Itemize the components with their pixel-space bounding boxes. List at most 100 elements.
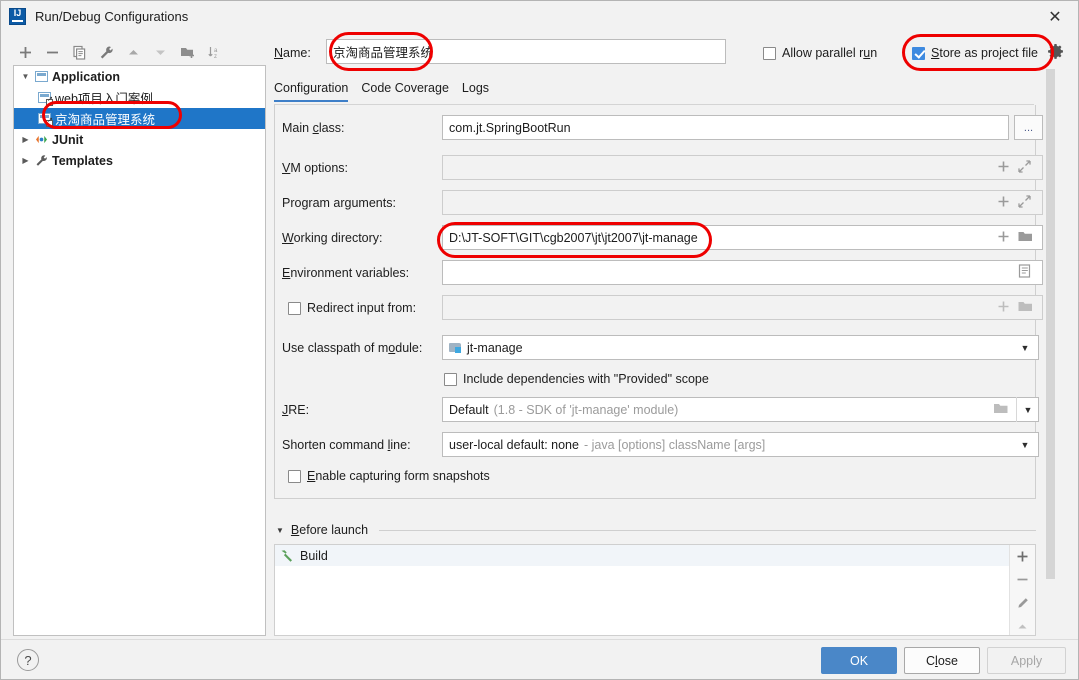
checkbox-box[interactable]: [912, 46, 925, 60]
enable-form-snapshots-checkbox[interactable]: Enable capturing form snapshots: [288, 469, 490, 483]
minus-icon[interactable]: [40, 40, 65, 64]
tab-configuration[interactable]: Configuration: [274, 81, 349, 102]
main-class-browse-button[interactable]: ...: [1014, 115, 1043, 140]
configurations-toolbar: az: [13, 39, 265, 65]
intellij-idea-logo-icon: [9, 8, 26, 25]
expand-icon[interactable]: [1018, 194, 1031, 211]
expand-arrow-icon[interactable]: ▼: [18, 69, 33, 84]
include-provided-scope-checkbox[interactable]: Include dependencies with "Provided" sco…: [444, 372, 709, 386]
shorten-command-line-hint: - java [options] className [args]: [583, 437, 766, 452]
pencil-icon[interactable]: [1013, 595, 1033, 612]
help-icon[interactable]: ?: [17, 649, 39, 671]
redirect-input-from-input[interactable]: [442, 295, 1043, 320]
folder-icon[interactable]: [993, 402, 1009, 418]
tree-node-junit[interactable]: ▶ JUnit: [14, 129, 265, 150]
chevron-down-icon[interactable]: ▼: [276, 526, 284, 535]
plus-icon[interactable]: [1013, 548, 1033, 565]
before-launch-item[interactable]: Build: [275, 545, 1022, 566]
plus-icon[interactable]: [997, 230, 1010, 246]
tree-node-web-demo[interactable]: web项目入门案例: [14, 87, 265, 108]
collapse-arrow-icon[interactable]: ▶: [18, 132, 33, 147]
module-icon: [449, 342, 462, 353]
gear-icon[interactable]: [1047, 44, 1064, 64]
tab-bar: Configuration Code Coverage Logs: [274, 81, 1034, 105]
tab-logs[interactable]: Logs: [462, 81, 489, 100]
wrench-icon[interactable]: [94, 40, 119, 64]
working-directory-input[interactable]: D:\JT-SOFT\GIT\cgb2007\jt\jt2007\jt-mana…: [442, 225, 1043, 250]
sort-az-icon[interactable]: az: [202, 40, 227, 64]
checkbox-box[interactable]: [288, 301, 301, 315]
svg-text:z: z: [214, 54, 217, 60]
folder-icon[interactable]: [1018, 300, 1033, 316]
include-provided-scope-label: Include dependencies with "Provided" sco…: [463, 372, 709, 386]
arrow-up-icon[interactable]: [121, 40, 146, 64]
use-classpath-of-module-label: Use classpath of module:: [282, 341, 423, 355]
checkbox-box[interactable]: [763, 46, 776, 60]
ok-button[interactable]: OK: [821, 647, 897, 674]
folder-add-icon[interactable]: [175, 40, 200, 64]
before-launch-title: Before launch: [290, 523, 369, 537]
list-icon[interactable]: [1018, 264, 1031, 281]
expand-icon[interactable]: [1018, 159, 1031, 176]
allow-parallel-run-checkbox[interactable]: Allow parallel run: [763, 46, 877, 60]
name-input[interactable]: 京淘商品管理系统: [326, 39, 726, 64]
chevron-down-icon[interactable]: ▼: [1014, 432, 1036, 457]
checkbox-box[interactable]: [444, 372, 457, 386]
before-launch-item-label: Build: [300, 548, 328, 563]
allow-parallel-run-label: Allow parallel run: [782, 46, 878, 60]
content-scrollbar-thumb[interactable]: [1046, 69, 1055, 579]
store-as-project-file-checkbox[interactable]: Store as project file: [912, 46, 1038, 60]
footer-divider: [1, 639, 1078, 640]
before-launch-panel[interactable]: Build: [274, 544, 1036, 636]
copy-icon[interactable]: [67, 40, 92, 64]
dialog-title: Run/Debug Configurations: [35, 9, 189, 24]
main-class-input[interactable]: com.jt.SpringBootRun: [442, 115, 1009, 140]
plus-icon[interactable]: [997, 160, 1010, 176]
run-config-icon: [36, 111, 53, 127]
jre-value: Default: [449, 402, 489, 417]
main-class-label: Main class:: [282, 121, 345, 135]
jre-label: JRE:: [282, 403, 310, 417]
jre-browse-button[interactable]: [993, 397, 1009, 422]
divider: [379, 529, 1036, 531]
run-debug-configurations-dialog: Run/Debug Configurations ✕ az ▼: [0, 0, 1079, 680]
minus-icon[interactable]: [1013, 572, 1033, 589]
collapse-arrow-icon[interactable]: ▶: [18, 153, 33, 168]
tree-node-application[interactable]: ▼ Application: [14, 66, 265, 87]
chevron-down-icon[interactable]: ▼: [1016, 397, 1039, 422]
name-label: Name:: [274, 46, 311, 60]
tree-node-label: Application: [52, 69, 121, 84]
program-arguments-input[interactable]: [442, 190, 1043, 215]
enable-form-snapshots-label: Enable capturing form snapshots: [307, 469, 490, 483]
close-icon[interactable]: ✕: [1032, 1, 1078, 32]
arrow-down-icon[interactable]: [148, 40, 173, 64]
plus-icon[interactable]: [13, 40, 38, 64]
shorten-command-line-value: user-local default: none: [449, 437, 579, 452]
jre-combo[interactable]: Default (1.8 - SDK of 'jt-manage' module…: [442, 397, 1039, 422]
configurations-tree[interactable]: ▼ Application web项目入门案例 京淘商品管理系统 ▶ JUnit…: [13, 65, 266, 636]
before-launch-header[interactable]: ▼ Before launch: [276, 521, 1036, 539]
chevron-down-icon[interactable]: ▼: [1014, 335, 1036, 360]
tree-node-templates[interactable]: ▶ Templates: [14, 150, 265, 171]
title-bar: Run/Debug Configurations: [1, 1, 1078, 32]
vm-options-label: VM options:: [282, 161, 349, 175]
vm-options-input[interactable]: [442, 155, 1043, 180]
redirect-input-from-label: Redirect input from:: [307, 301, 417, 315]
close-button[interactable]: Close: [904, 647, 980, 674]
environment-variables-input[interactable]: [442, 260, 1043, 285]
plus-icon[interactable]: [997, 195, 1010, 211]
hammer-icon: [280, 549, 294, 562]
working-directory-actions: [997, 225, 1033, 250]
module-combo[interactable]: jt-manage: [442, 335, 1039, 360]
redirect-input-from-checkbox[interactable]: Redirect input from:: [288, 301, 416, 315]
wrench-icon: [33, 153, 50, 168]
shorten-command-line-combo[interactable]: user-local default: none - java [options…: [442, 432, 1039, 457]
folder-icon[interactable]: [1018, 230, 1033, 246]
working-directory-label: Working directory:: [282, 231, 383, 245]
tree-node-jingtao-selected[interactable]: 京淘商品管理系统: [14, 108, 265, 129]
tab-code-coverage[interactable]: Code Coverage: [361, 81, 449, 100]
checkbox-box[interactable]: [288, 469, 301, 483]
environment-variables-actions: [1018, 260, 1031, 285]
arrow-up-icon[interactable]: [1013, 619, 1033, 636]
plus-icon[interactable]: [997, 300, 1010, 316]
